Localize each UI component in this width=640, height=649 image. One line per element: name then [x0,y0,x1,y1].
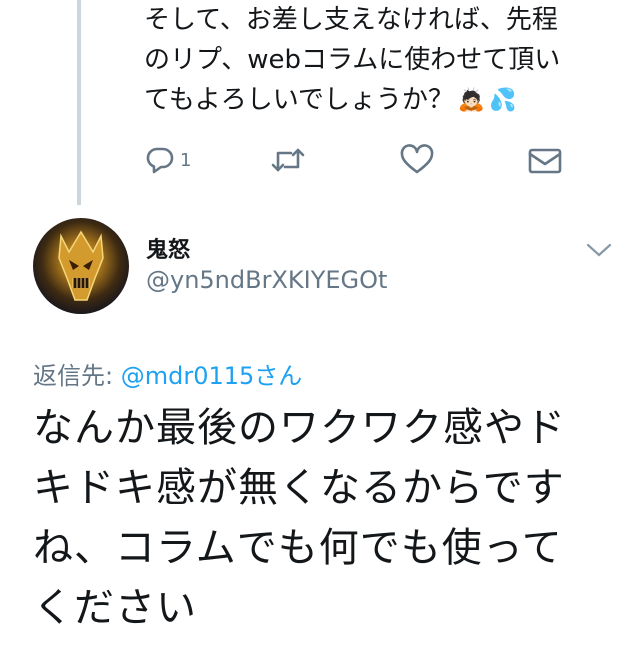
tweet-text-line: キドキ感が無くなるからです [33,465,565,511]
direct-message-button[interactable] [528,140,562,180]
tweet-text-line: ね、コラムでも何でも使って [33,525,563,571]
like-icon [400,144,434,174]
more-options-button[interactable] [586,240,612,264]
bowing-person-emoji: 🙇🏻 [457,87,486,113]
thread-connector-line [77,0,81,205]
previous-tweet-text: そして、お差し支えなければ、先程 のリプ、webコラムに使わせて頂い てもよろし… [144,0,614,121]
chevron-down-icon [586,243,612,257]
reply-button[interactable]: 1 [144,140,191,180]
reply-count: 1 [180,149,192,171]
previous-tweet-line-text: てもよろしいでしょうか？ [144,85,454,115]
reply-mention-link[interactable]: @mdr0115さん [121,362,303,390]
display-name[interactable]: 鬼怒 [146,232,190,264]
tweet-text-line: なんか最後のワクワク感やド [33,405,566,451]
reply-icon [146,147,174,174]
golden-mask-avatar-image [58,230,104,301]
retweet-icon [271,148,305,172]
avatar[interactable] [33,218,129,314]
previous-tweet-line: そして、お差し支えなければ、先程 [144,5,558,35]
tweet-action-bar: 1 [144,140,574,180]
previous-tweet-line: てもよろしいでしょうか？ 🙇🏻 💦 [144,80,614,121]
reply-to-prefix: 返信先: [33,362,121,390]
tweet-text: なんか最後のワクワク感やド キドキ感が無くなるからです ね、コラムでも何でも使っ… [33,398,618,638]
retweet-button[interactable] [270,140,306,180]
previous-tweet-line: のリプ、webコラムに使わせて頂い [144,45,561,75]
user-handle[interactable]: @yn5ndBrXKIYEGOt [146,266,387,294]
reply-to-context: 返信先: @mdr0115さん [33,356,302,391]
sweat-droplets-emoji: 💦 [489,87,517,113]
like-button[interactable] [400,140,434,180]
tweet-text-line: ください [33,585,197,631]
dm-icon [528,148,562,174]
